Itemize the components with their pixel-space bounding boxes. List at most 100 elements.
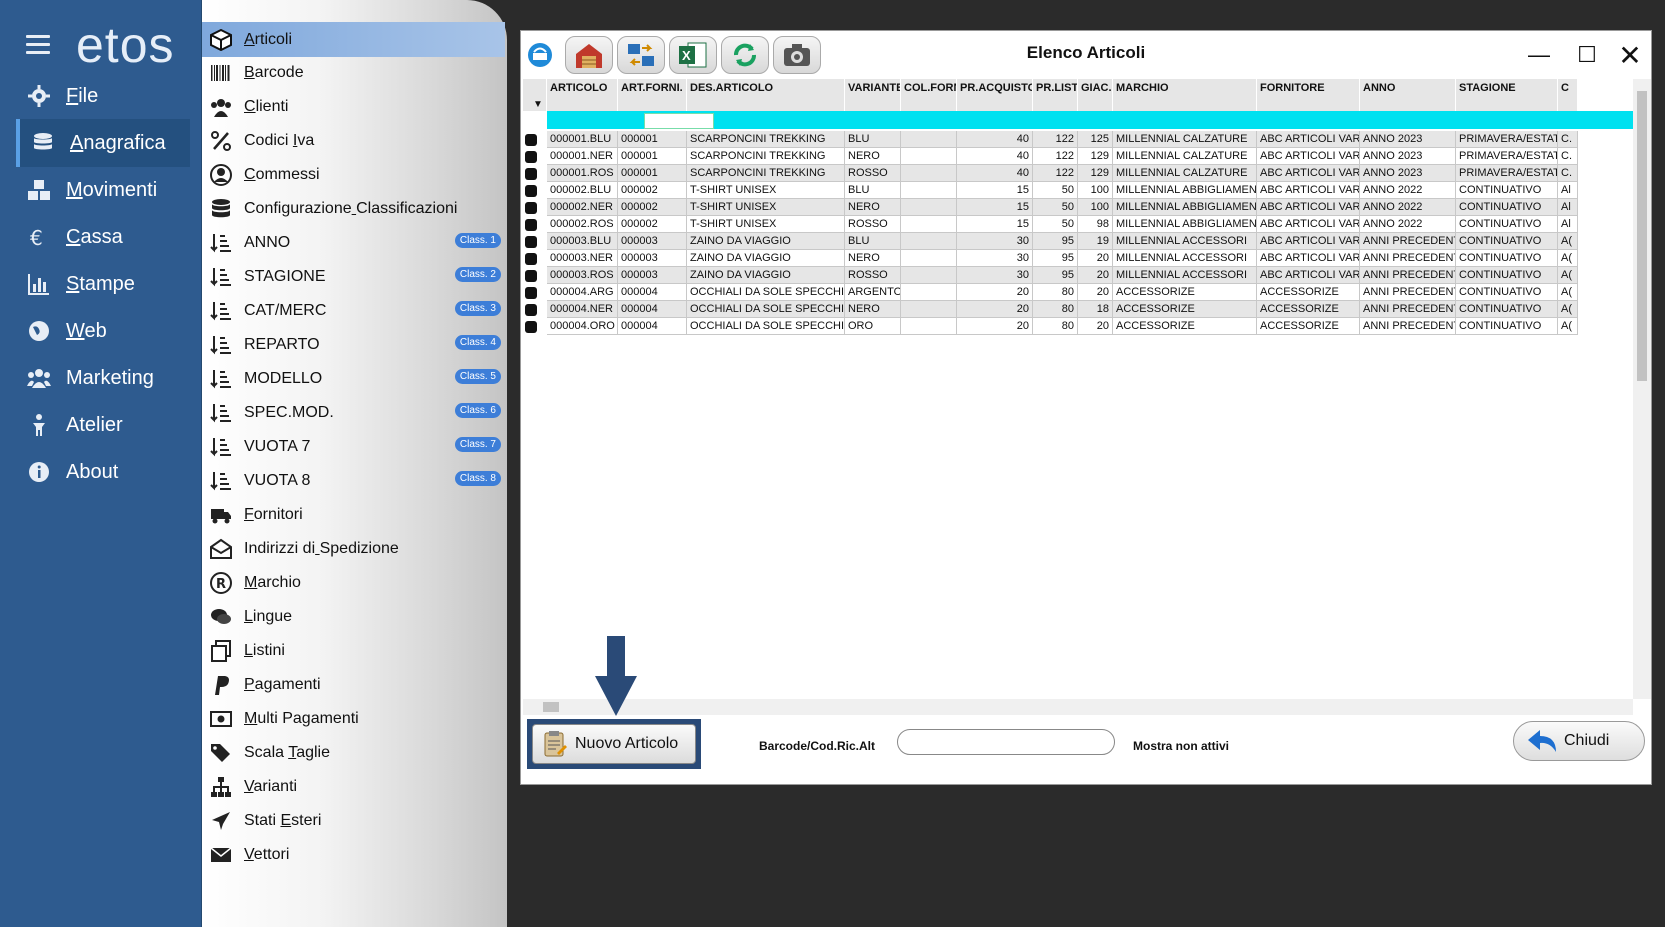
sidebar-item-about[interactable]: About [16,448,190,496]
submenu-item-label: VUOTA 7 [244,438,311,455]
submenu-item-vuota-7[interactable]: VUOTA 7 Class. 7 [202,430,505,464]
table-row[interactable]: 000004.ORO 000004 OCCHIALI DA SOLE SPECCHI… [523,318,1633,336]
submenu-item-listini[interactable]: Listini [202,634,505,668]
table-cell [901,267,957,284]
submenu-item-stagione[interactable]: STAGIONE Class. 2 [202,260,505,294]
submenu-item-varianti[interactable]: Varianti [202,770,505,804]
submenu-item-spec-mod[interactable]: SPEC.MOD. Class. 6 [202,396,505,430]
sidebar-item-movimenti[interactable]: Movimenti [16,166,190,214]
table-cell: 000003 [618,267,687,284]
class-badge: Class. 7 [454,437,501,452]
row-indicator-icon [525,151,537,163]
sidebar-item-marketing[interactable]: Marketing [16,354,190,402]
sidebar-item-stampe[interactable]: Stampe [16,260,190,308]
submenu-item-anno[interactable]: ANNO Class. 1 [202,226,505,260]
nuovo-articolo-button[interactable]: Nuovo Articolo [532,724,696,764]
minimize-icon[interactable]: — [1525,41,1553,69]
table-cell: 40 [957,165,1033,182]
submenu-item-fornitori[interactable]: Fornitori [202,498,505,532]
table-cell: 20 [1078,318,1113,335]
table-row[interactable]: 000001.NER 000001 SCARPONCINI TREKKING NERO… [523,148,1633,166]
sidebar-item-web[interactable]: Web [16,307,190,355]
submenu-item-reparto[interactable]: REPARTO Class. 4 [202,328,505,362]
class-badge: Class. 2 [454,267,501,282]
table-cell: 000003.ROS [547,267,618,284]
column-header[interactable]: GIAC. [1078,79,1113,111]
table-cell: ZAINO DA VIAGGIO [687,233,845,250]
horizontal-scrollbar[interactable] [523,699,1633,715]
column-header[interactable]: MARCHIO [1113,79,1257,111]
app-logo: etos [76,17,175,73]
table-row[interactable]: 000004.NER 000004 OCCHIALI DA SOLE SPECCHI… [523,301,1633,319]
sidebar-item-cassa[interactable]: € Cassa [16,213,190,261]
globe-icon [16,319,62,343]
filter-input-art-forni[interactable] [644,113,714,129]
chiudi-button[interactable]: Chiudi [1513,721,1645,761]
envelope-icon [206,844,236,866]
vertical-scrollbar[interactable] [1633,79,1651,699]
barcode-input[interactable] [897,729,1115,755]
submenu-item-codici-iva[interactable]: Codici Iva [202,124,505,158]
column-header[interactable]: DES.ARTICOLO [687,79,845,111]
submenu-item-indirizzi-di-spedizione[interactable]: Indirizzi di Spedizione [202,532,505,566]
column-header[interactable]: STAGIONE [1456,79,1558,111]
annotation-down-arrow-icon [595,636,637,716]
submenu-item-lingue[interactable]: Lingue [202,600,505,634]
submenu-item-modello[interactable]: MODELLO Class. 5 [202,362,505,396]
column-header[interactable]: ART.FORNI. [618,79,687,111]
table-row[interactable]: 000002.ROS 000002 T-SHIRT UNISEX ROSSO 15 50 9… [523,216,1633,234]
submenu-item-articoli[interactable]: Articoli [202,22,505,57]
close-icon[interactable]: ✕ [1616,40,1644,71]
grid-corner: ▼ [523,79,547,111]
column-header[interactable]: PR.LIST. [1033,79,1078,111]
tags-icon [206,742,236,764]
submenu-item-stati-esteri[interactable]: Stati Esteri [202,804,505,838]
column-header[interactable]: PR.ACQUISTO [957,79,1033,111]
table-cell: 95 [1033,267,1078,284]
articoli-grid[interactable]: ▼ ARTICOLO ART.FORNI. DES.ARTICOLO VARIANTE… [523,79,1633,699]
column-header[interactable]: C [1558,79,1578,111]
table-row[interactable]: 000003.ROS 000003 ZAINO DA VIAGGIO ROSSO 30 9… [523,267,1633,285]
table-row[interactable]: 000004.ARG 000004 OCCHIALI DA SOLE SPECCHI… [523,284,1633,302]
table-row[interactable]: 000003.BLU 000003 ZAINO DA VIAGGIO BLU 30 95 1… [523,233,1633,251]
column-header[interactable]: COL.FORN. [901,79,957,111]
submenu-item-vuota-8[interactable]: VUOTA 8 Class. 8 [202,464,505,498]
table-row[interactable]: 000002.BLU 000002 T-SHIRT UNISEX BLU 15 50 100… [523,182,1633,200]
submenu-item-clienti[interactable]: Clienti [202,90,505,124]
submenu-item-label: Pagamenti [244,676,321,693]
table-row[interactable]: 000002.NER 000002 T-SHIRT UNISEX NERO 15 50 10… [523,199,1633,217]
table-cell: BLU [845,131,901,148]
row-indicator-icon [525,134,537,146]
table-row[interactable]: 000001.ROS 000001 SCARPONCINI TREKKING ROSS… [523,165,1633,183]
maximize-icon[interactable]: ☐ [1573,41,1601,69]
table-row[interactable]: 000003.NER 000003 ZAINO DA VIAGGIO NERO 30 95… [523,250,1633,268]
sidebar-item-atelier[interactable]: Atelier [16,401,190,449]
column-header[interactable]: ARTICOLO [547,79,618,111]
submenu-item-commessi[interactable]: Commessi [202,158,505,192]
table-cell: MILLENNIAL ACCESSORI [1113,233,1257,250]
submenu-item-configurazione-classificazioni[interactable]: Configurazione Classificazioni [202,192,505,226]
sidebar-item-file[interactable]: File [16,72,190,120]
submenu-item-barcode[interactable]: Barcode [202,56,505,90]
hamburger-menu-icon[interactable] [26,35,50,55]
sidebar-item-label: Cassa [66,225,123,248]
submenu-item-pagamenti[interactable]: Pagamenti [202,668,505,702]
table-cell: 95 [1033,250,1078,267]
table-row[interactable]: 000001.BLU 000001 SCARPONCINI TREKKING BLU 4… [523,131,1633,149]
submenu-item-marchio[interactable]: R Marchio [202,566,505,600]
submenu-item-multi-pagamenti[interactable]: Multi Pagamenti [202,702,505,736]
person-icon [16,413,62,437]
submenu-item-vettori[interactable]: Vettori [202,838,505,872]
column-header[interactable]: VARIANTE [845,79,901,111]
filter-row[interactable] [547,111,1633,129]
column-header[interactable]: ANNO [1360,79,1456,111]
sidebar-item-anagrafica[interactable]: Anagrafica [16,119,190,167]
submenu-item-scala-taglie[interactable]: Scala Taglie [202,736,505,770]
table-cell: 000004.NER [547,301,618,318]
submenu-item-cat-merc[interactable]: CAT/MERC Class. 3 [202,294,505,328]
money-icon [206,708,236,730]
column-header[interactable]: FORNITORE [1257,79,1360,111]
sort-icon [206,436,236,458]
svg-text:€: € [30,226,43,249]
table-cell: 15 [957,182,1033,199]
